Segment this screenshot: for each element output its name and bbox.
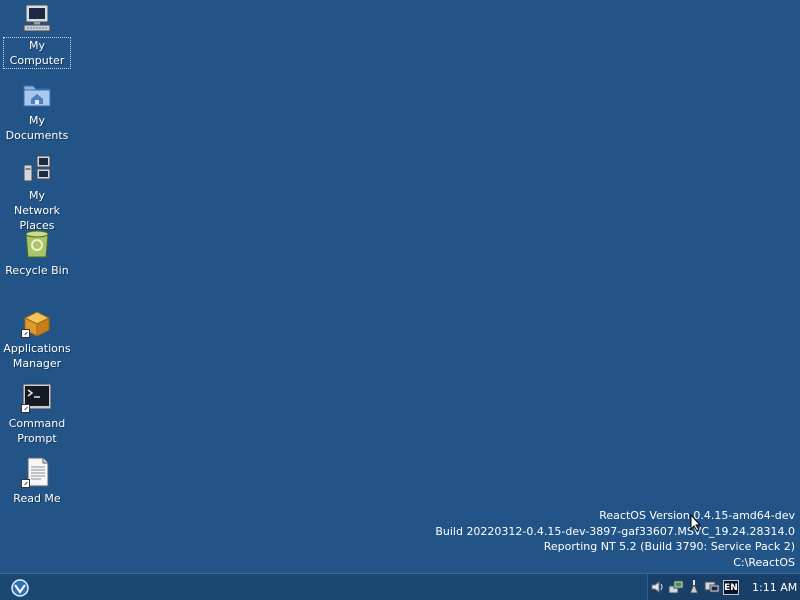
desktop-icon-label: Applications Manager bbox=[3, 342, 71, 370]
display-monitor-icon[interactable] bbox=[704, 579, 720, 595]
network-places-icon bbox=[21, 153, 53, 185]
desktop-icon-command-prompt[interactable]: Command Prompt bbox=[4, 381, 70, 446]
clock[interactable]: 1:11 AM bbox=[752, 581, 797, 594]
desktop-icon-label: My Computer bbox=[3, 37, 71, 69]
desktop-icon-label: Command Prompt bbox=[8, 417, 66, 445]
mouse-pointer-icon bbox=[690, 513, 702, 535]
read-me-icon bbox=[21, 456, 53, 488]
shortcut-arrow-icon bbox=[21, 329, 30, 338]
desktop-icon-applications-manager[interactable]: Applications Manager bbox=[3, 306, 71, 371]
desktop-icon-my-network-places[interactable]: My Network Places bbox=[4, 153, 70, 233]
desktop-icon-label: Recycle Bin bbox=[5, 264, 69, 277]
desktop-icon-label: Read Me bbox=[13, 492, 61, 505]
nt-version-line: Reporting NT 5.2 (Build 3790: Service Pa… bbox=[543, 540, 795, 553]
safely-remove-hardware-icon[interactable] bbox=[686, 579, 702, 595]
system-tray: EN 1:11 AM bbox=[647, 574, 800, 600]
language-indicator[interactable]: EN bbox=[723, 579, 739, 595]
desktop-icon-my-computer[interactable]: My Computer bbox=[3, 3, 71, 69]
desktop-icon-read-me[interactable]: Read Me bbox=[4, 456, 70, 506]
desktop-icon-label: My Documents bbox=[5, 114, 69, 142]
recycle-bin-icon bbox=[21, 228, 53, 260]
desktop-icon-my-documents[interactable]: My Documents bbox=[4, 78, 70, 143]
applications-manager-icon bbox=[21, 306, 53, 338]
build-line: Build 20220312-0.4.15-dev-3897-gaf33607.… bbox=[435, 524, 795, 538]
version-line: ReactOS Version 0.4.15-amd64-dev bbox=[599, 509, 795, 522]
desktop[interactable]: My Computer My Documents My Network Plac… bbox=[0, 0, 800, 573]
system-path-line: C:\ReactOS bbox=[733, 555, 795, 569]
version-info: ReactOS Version 0.4.15-amd64-dev Build 2… bbox=[435, 508, 795, 570]
taskbar: EN 1:11 AM bbox=[0, 573, 800, 600]
volume-icon[interactable] bbox=[650, 579, 666, 595]
start-button[interactable] bbox=[9, 578, 31, 598]
documents-folder-icon bbox=[21, 78, 53, 110]
shortcut-arrow-icon bbox=[21, 479, 30, 488]
desktop-icon-label: My Network Places bbox=[14, 189, 60, 232]
network-connection-icon[interactable] bbox=[668, 579, 684, 595]
desktop-icon-recycle-bin[interactable]: Recycle Bin bbox=[4, 228, 70, 278]
computer-icon bbox=[21, 3, 53, 35]
command-prompt-icon bbox=[21, 381, 53, 413]
shortcut-arrow-icon bbox=[21, 404, 30, 413]
reactos-start-icon bbox=[11, 579, 29, 597]
